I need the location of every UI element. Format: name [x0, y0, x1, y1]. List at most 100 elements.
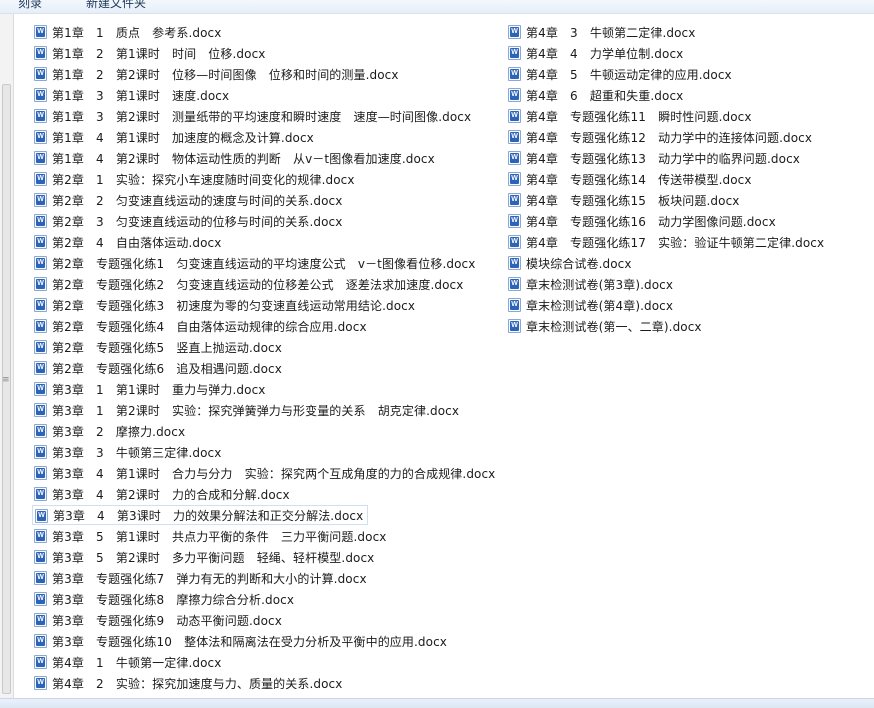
word-document-icon	[508, 193, 521, 207]
file-item[interactable]: 第2章 专题强化练3 初速度为零的匀变速直线运动常用结论.docx	[32, 295, 419, 315]
grip-icon[interactable]: ≡	[2, 376, 10, 385]
file-item[interactable]: 第1章 4 第1课时 加速度的概念及计算.docx	[32, 127, 318, 147]
file-item[interactable]: 章末检测试卷(第一、二章).docx	[506, 316, 706, 336]
word-document-icon	[34, 298, 47, 312]
word-document-icon	[508, 109, 521, 123]
file-item[interactable]: 第2章 专题强化练6 追及相遇问题.docx	[32, 358, 286, 378]
file-name: 第4章 专题强化练11 瞬时性问题.docx	[526, 109, 752, 124]
file-item[interactable]: 第4章 专题强化练12 动力学中的连接体问题.docx	[506, 127, 816, 147]
word-document-icon	[34, 550, 47, 564]
file-item[interactable]: 第4章 专题强化练16 动力学图像问题.docx	[506, 211, 780, 231]
file-item[interactable]: 第3章 2 摩擦力.docx	[32, 421, 189, 441]
file-name: 第4章 4 力学单位制.docx	[526, 46, 684, 61]
file-name: 第4章 专题强化练15 板块问题.docx	[526, 193, 740, 208]
file-name: 第2章 专题强化练5 竖直上抛运动.docx	[52, 340, 282, 355]
new-folder-button[interactable]: 新建文件夹	[86, 0, 146, 11]
file-name: 第2章 3 匀变速直线运动的位移与时间的关系.docx	[52, 214, 343, 229]
word-document-icon	[34, 25, 47, 39]
file-item[interactable]: 第3章 1 第1课时 重力与弹力.docx	[32, 379, 269, 399]
file-name: 第3章 5 第1课时 共点力平衡的条件 三力平衡问题.docx	[52, 529, 387, 544]
file-name: 第3章 2 摩擦力.docx	[52, 424, 186, 439]
file-item[interactable]: 第3章 专题强化练8 摩擦力综合分析.docx	[32, 589, 298, 609]
file-item[interactable]: 第4章 专题强化练11 瞬时性问题.docx	[506, 106, 756, 126]
file-name: 模块综合试卷.docx	[526, 256, 632, 271]
file-item[interactable]: 第2章 2 匀变速直线运动的速度与时间的关系.docx	[32, 190, 346, 210]
file-item[interactable]: 第2章 专题强化练2 匀变速直线运动的位移差公式 逐差法求加速度.docx	[32, 274, 467, 294]
file-item[interactable]: 第1章 2 第2课时 位移—时间图像 位移和时间的测量.docx	[32, 64, 403, 84]
file-name: 第2章 4 自由落体运动.docx	[52, 235, 222, 250]
file-item[interactable]: 第4章 2 实验：探究加速度与力、质量的关系.docx	[32, 673, 346, 693]
word-document-icon	[508, 235, 521, 249]
word-document-icon	[34, 130, 47, 144]
file-name: 第3章 1 第2课时 实验：探究弹簧弹力与形变量的关系 胡克定律.docx	[52, 403, 460, 418]
word-document-icon	[34, 214, 47, 228]
word-document-icon	[508, 256, 521, 270]
file-item[interactable]: 章末检测试卷(第3章).docx	[506, 274, 677, 294]
file-item[interactable]: 第3章 4 第2课时 力的合成和分解.docx	[32, 484, 294, 504]
file-item[interactable]: 第2章 4 自由落体运动.docx	[32, 232, 225, 252]
word-document-icon	[34, 46, 47, 60]
word-document-icon	[34, 403, 47, 417]
file-name: 第2章 专题强化练4 自由落体运动规律的综合应用.docx	[52, 319, 367, 334]
file-item[interactable]: 第1章 2 第1课时 时间 位移.docx	[32, 43, 269, 63]
file-name: 第1章 4 第1课时 加速度的概念及计算.docx	[52, 130, 314, 145]
file-item[interactable]: 章末检测试卷(第4章).docx	[506, 295, 677, 315]
file-name: 第4章 2 实验：探究加速度与力、质量的关系.docx	[52, 676, 343, 691]
word-document-icon	[34, 466, 47, 480]
word-document-icon	[34, 529, 47, 543]
file-name: 第4章 专题强化练12 动力学中的连接体问题.docx	[526, 130, 813, 145]
file-item[interactable]: 第4章 6 超重和失重.docx	[506, 85, 687, 105]
navigation-scrollbar-thumb[interactable]	[2, 84, 11, 694]
word-document-icon	[34, 382, 47, 396]
file-item[interactable]: 第4章 1 牛顿第一定律.docx	[32, 652, 225, 672]
file-name: 第2章 专题强化练1 匀变速直线运动的平均速度公式 v－t图像看位移.docx	[52, 256, 476, 271]
file-item[interactable]: 第4章 4 力学单位制.docx	[506, 43, 687, 63]
word-document-icon	[34, 109, 47, 123]
file-item[interactable]: 第4章 专题强化练17 实验：验证牛顿第二定律.docx	[506, 232, 828, 252]
file-name: 第3章 专题强化练9 动态平衡问题.docx	[52, 613, 282, 628]
file-item[interactable]: 第1章 3 第2课时 测量纸带的平均速度和瞬时速度 速度—时间图像.docx	[32, 106, 475, 126]
file-name: 第4章 1 牛顿第一定律.docx	[52, 655, 222, 670]
file-item[interactable]: 第4章 3 牛顿第二定律.docx	[506, 22, 699, 42]
file-name: 第1章 4 第2课时 物体运动性质的判断 从v－t图像看加速度.docx	[52, 151, 435, 166]
file-item[interactable]: 第3章 5 第1课时 共点力平衡的条件 三力平衡问题.docx	[32, 526, 390, 546]
file-name: 章末检测试卷(第一、二章).docx	[526, 319, 702, 334]
file-name: 第3章 3 牛顿第三定律.docx	[52, 445, 222, 460]
navigation-pane-edge: ≡	[0, 14, 14, 698]
file-item[interactable]: 第1章 3 第1课时 速度.docx	[32, 85, 233, 105]
file-item[interactable]: 第4章 专题强化练13 动力学中的临界问题.docx	[506, 148, 804, 168]
file-item[interactable]: 第2章 1 实验：探究小车速度随时间变化的规律.docx	[32, 169, 359, 189]
file-item[interactable]: 第3章 4 第1课时 合力与分力 实验：探究两个互成角度的力的合成规律.docx	[32, 463, 499, 483]
file-item[interactable]: 第4章 5 牛顿运动定律的应用.docx	[506, 64, 736, 84]
file-item[interactable]: 第3章 专题强化练10 整体法和隔离法在受力分析及平衡中的应用.docx	[32, 631, 451, 651]
word-document-icon	[34, 445, 47, 459]
word-document-icon	[34, 172, 47, 186]
file-item[interactable]: 模块综合试卷.docx	[506, 253, 636, 273]
word-document-icon	[34, 487, 47, 501]
file-name: 第2章 专题强化练2 匀变速直线运动的位移差公式 逐差法求加速度.docx	[52, 277, 464, 292]
file-item[interactable]: 第3章 1 第2课时 实验：探究弹簧弹力与形变量的关系 胡克定律.docx	[32, 400, 463, 420]
file-item[interactable]: 第4章 专题强化练14 传送带模型.docx	[506, 169, 756, 189]
word-document-icon	[508, 172, 521, 186]
word-document-icon	[508, 46, 521, 60]
file-item[interactable]: 第3章 专题强化练9 动态平衡问题.docx	[32, 610, 286, 630]
file-item[interactable]: 第3章 4 第3课时 力的效果分解法和正交分解法.docx	[32, 505, 369, 525]
word-document-icon	[508, 298, 521, 312]
file-item[interactable]: 第2章 专题强化练4 自由落体运动规律的综合应用.docx	[32, 316, 371, 336]
file-list: 第1章 1 质点 参考系.docx 第1章 2 第1课时 时间 位移.docx 第1…	[14, 14, 874, 698]
burn-button[interactable]: 刻录	[18, 0, 42, 11]
file-item[interactable]: 第1章 1 质点 参考系.docx	[32, 22, 225, 42]
file-item[interactable]: 第4章 专题强化练15 板块问题.docx	[506, 190, 743, 210]
file-item[interactable]: 第1章 4 第2课时 物体运动性质的判断 从v－t图像看加速度.docx	[32, 148, 439, 168]
file-item[interactable]: 第3章 专题强化练7 弹力有无的判断和大小的计算.docx	[32, 568, 371, 588]
file-name: 第1章 1 质点 参考系.docx	[52, 25, 222, 40]
file-name: 第2章 专题强化练6 追及相遇问题.docx	[52, 361, 282, 376]
file-name: 第2章 专题强化练3 初速度为零的匀变速直线运动常用结论.docx	[52, 298, 416, 313]
file-item[interactable]: 第2章 专题强化练5 竖直上抛运动.docx	[32, 337, 286, 357]
file-item[interactable]: 第2章 专题强化练1 匀变速直线运动的平均速度公式 v－t图像看位移.docx	[32, 253, 479, 273]
file-item[interactable]: 第3章 5 第2课时 多力平衡问题 轻绳、轻杆模型.docx	[32, 547, 378, 567]
file-item[interactable]: 第2章 3 匀变速直线运动的位移与时间的关系.docx	[32, 211, 346, 231]
file-item[interactable]: 第3章 3 牛顿第三定律.docx	[32, 442, 225, 462]
word-document-icon	[34, 193, 47, 207]
word-document-icon	[34, 361, 47, 375]
